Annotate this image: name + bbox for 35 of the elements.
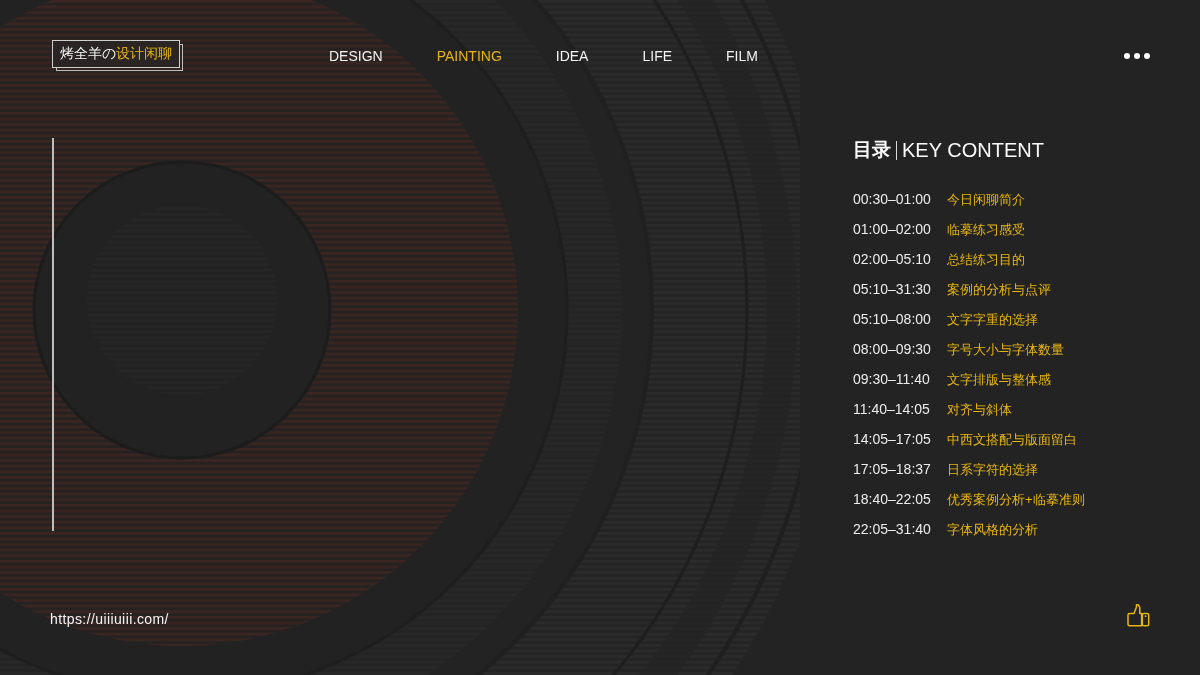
time-range: 17:05–18:37 <box>853 460 931 478</box>
topic-text: 优秀案例分析+临摹准则 <box>947 490 1085 508</box>
topic-text: 日系字符的选择 <box>947 460 1038 478</box>
topic-text: 中西文搭配与版面留白 <box>947 430 1077 448</box>
contents-title: 目录 <box>853 138 891 162</box>
topic-text: 文字排版与整体感 <box>947 370 1051 388</box>
more-icon[interactable] <box>1124 52 1150 59</box>
website-url: https://uiiiuiii.com/ <box>50 611 169 628</box>
topic-text: 文字字重的选择 <box>947 310 1038 328</box>
nav-tab[interactable]: DESIGN <box>329 46 383 65</box>
nav-tab[interactable]: LIFE <box>642 46 673 65</box>
topic-text: 总结练习目的 <box>947 250 1025 268</box>
topic-text: 字体风格的分析 <box>947 520 1038 538</box>
topic-text: 对齐与斜体 <box>947 400 1012 418</box>
time-range: 09:30–11:40 <box>853 370 930 388</box>
topic-text: 临摹练习感受 <box>947 220 1025 238</box>
time-range: 18:40–22:05 <box>853 490 931 508</box>
time-range: 02:00–05:10 <box>853 250 931 268</box>
nav-tab[interactable]: IDEA <box>555 46 589 65</box>
topic-text: 字号大小与字体数量 <box>947 340 1064 358</box>
nav-tab[interactable]: PAINTING <box>436 46 502 65</box>
topic-text: 案例的分析与点评 <box>947 280 1051 298</box>
time-range: 22:05–31:40 <box>853 520 931 538</box>
time-range: 00:30–01:00 <box>853 190 931 208</box>
contents-subtitle: KEY CONTENT <box>902 138 1044 162</box>
time-range: 11:40–14:05 <box>853 400 930 418</box>
time-range: 01:00–02:00 <box>853 220 931 238</box>
time-range: 05:10–08:00 <box>853 310 931 328</box>
time-range: 08:00–09:30 <box>853 340 931 358</box>
thumbs-up-icon[interactable] <box>1127 604 1150 627</box>
logo[interactable]: 烤全羊の设计闲聊 <box>52 40 183 71</box>
nav-tab[interactable]: FILM <box>726 46 758 65</box>
time-range: 14:05–17:05 <box>853 430 931 448</box>
topic-text: 今日闲聊简介 <box>947 190 1025 208</box>
time-range: 05:10–31:30 <box>853 280 931 298</box>
